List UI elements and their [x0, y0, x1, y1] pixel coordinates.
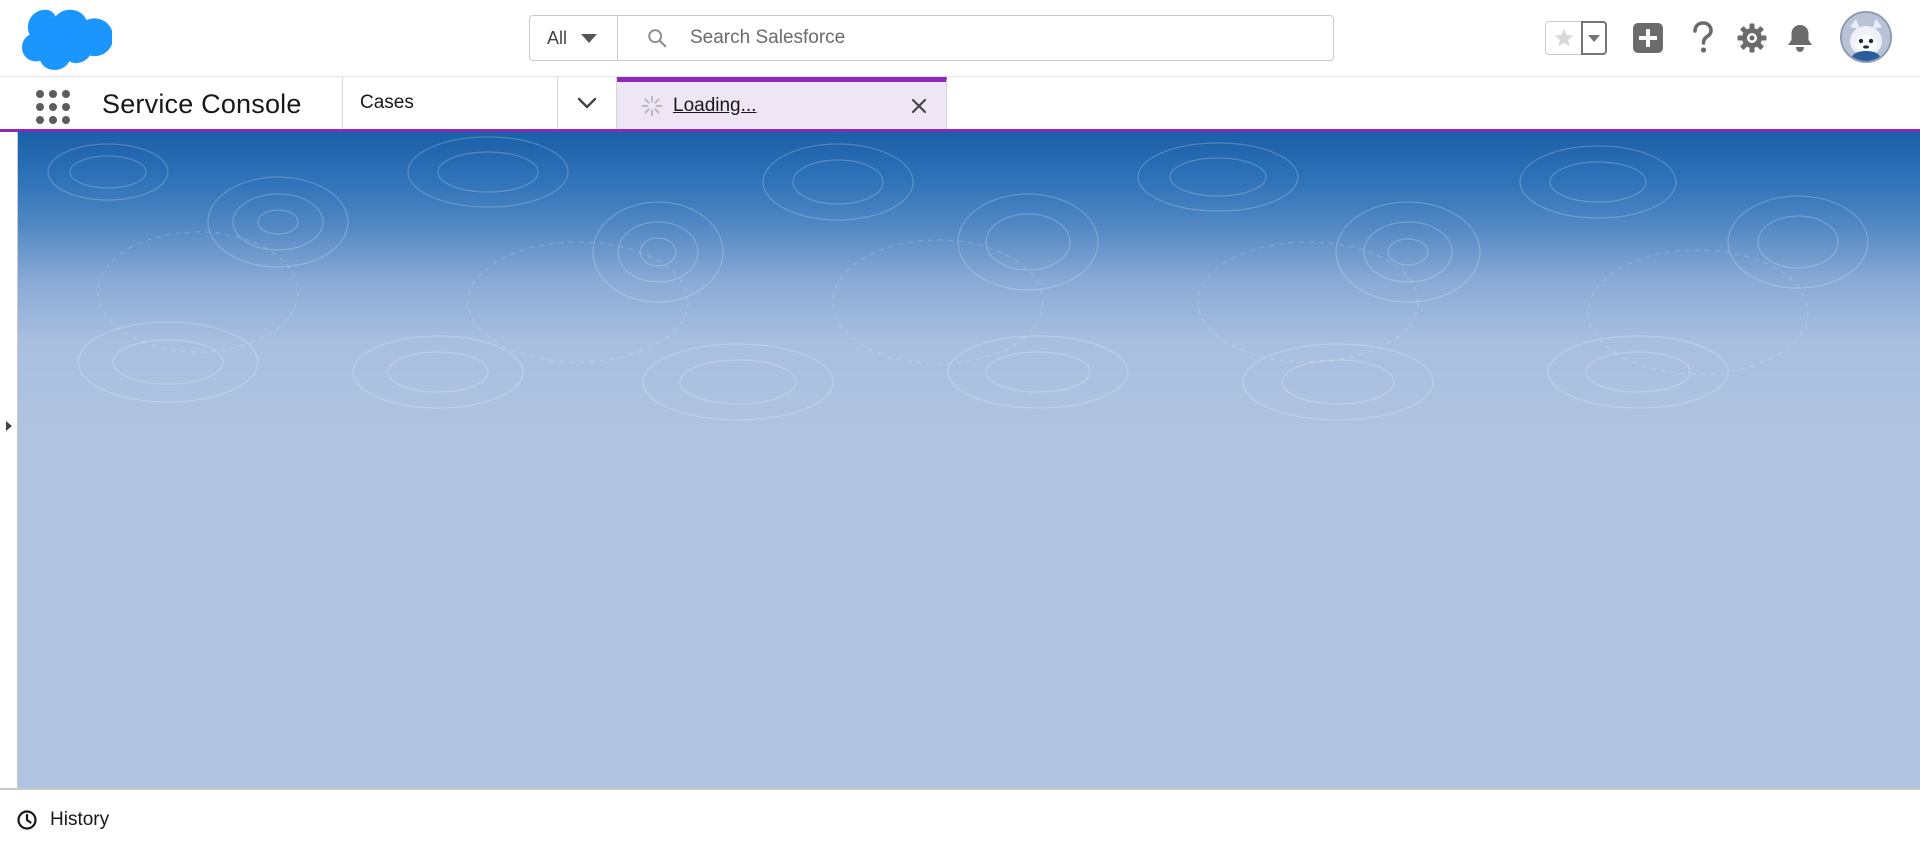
clock-icon: [17, 810, 37, 830]
grid-dot: [62, 116, 70, 124]
workspace-tab-label[interactable]: Loading...: [673, 95, 756, 117]
global-actions-button[interactable]: [1628, 18, 1668, 58]
grid-dot: [36, 116, 44, 124]
utility-bar: History: [0, 788, 1920, 849]
chevron-down-icon: [1588, 34, 1600, 42]
grid-dot: [36, 90, 44, 98]
sidebar-toggle[interactable]: [0, 132, 18, 788]
nav-item-label: Cases: [360, 92, 414, 113]
favorites-button[interactable]: [1545, 21, 1581, 55]
grid-dot: [36, 103, 44, 111]
grid-dot: [49, 103, 57, 111]
global-search: All: [529, 15, 1334, 61]
search-field[interactable]: [618, 16, 1333, 60]
navigation-menu-button[interactable]: [557, 77, 617, 129]
app-launcher-button[interactable]: [34, 88, 70, 124]
history-label: History: [50, 809, 110, 830]
bell-icon: [1788, 25, 1812, 52]
notifications-button[interactable]: [1780, 18, 1820, 58]
caret-down-icon: [581, 33, 598, 43]
grid-dot: [49, 116, 57, 124]
grid-dot: [49, 90, 57, 98]
loading-spinner-icon: [641, 95, 663, 117]
grid-dot: [62, 103, 70, 111]
grid-dot: [62, 90, 70, 98]
topographic-pattern: [47, 136, 1869, 421]
search-icon: [648, 29, 667, 48]
search-input[interactable]: [690, 27, 1290, 49]
search-scope-dropdown[interactable]: All: [530, 16, 618, 60]
help-icon: [1693, 21, 1713, 53]
astro-avatar-icon: [1842, 13, 1890, 61]
global-header: All: [0, 0, 1920, 76]
background-banner: [18, 132, 1920, 432]
gear-icon: [1737, 23, 1767, 53]
add-icon: [1633, 23, 1663, 53]
close-tab-button[interactable]: [908, 95, 930, 117]
setup-button[interactable]: [1732, 18, 1772, 58]
chevron-right-icon: [6, 421, 12, 431]
close-icon: [911, 98, 927, 114]
favorites-group: [1545, 21, 1607, 55]
search-scope-label: All: [547, 27, 568, 48]
navigation-bar: Service Console Cases Loading...: [0, 76, 1920, 133]
app-name: Service Console: [102, 89, 302, 119]
chevron-down-icon: [577, 97, 597, 109]
workspace-area: [0, 132, 1920, 788]
help-button[interactable]: [1683, 18, 1723, 58]
favorites-list-button[interactable]: [1581, 21, 1607, 55]
star-icon: [1554, 28, 1573, 47]
salesforce-logo[interactable]: [22, 8, 114, 70]
nav-item-cases[interactable]: Cases: [342, 77, 557, 129]
utility-item-history[interactable]: History: [16, 806, 109, 834]
workspace-tab[interactable]: Loading...: [617, 77, 947, 130]
avatar[interactable]: [1840, 11, 1892, 63]
